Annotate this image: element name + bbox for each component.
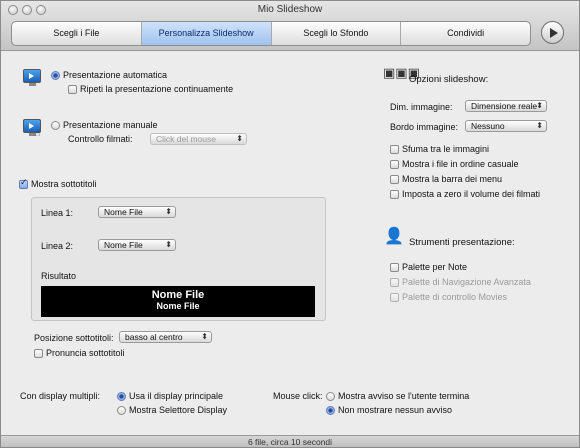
show-subtitles-checkbox[interactable]	[19, 178, 28, 189]
movie-control-label: Controllo filmati:	[68, 134, 133, 144]
image-border-select[interactable]: Nessuno	[465, 120, 547, 132]
multiple-displays-label: Con display multipli:	[20, 391, 101, 401]
repeat-label: Ripeti la presentazione continuamente	[80, 84, 234, 94]
next-step-button[interactable]	[541, 21, 564, 44]
movies-control-label: Palette di controllo Movies	[402, 292, 508, 302]
presentation-tools-title: Strumenti presentazione:	[409, 237, 515, 248]
warn-on-exit-label: Mostra avviso se l'utente termina	[338, 391, 470, 401]
presentation-tools-icon: 👤	[384, 226, 404, 245]
show-menubar-label: Mostra la barra dei menu	[402, 174, 503, 184]
hand-cursor-icon: ☝	[35, 129, 41, 139]
settings-panel: Presentazione automatica Ripeti la prese…	[1, 52, 579, 435]
status-bar: 6 file, circa 10 secondi	[1, 435, 579, 447]
auto-presentation-radio[interactable]	[51, 71, 60, 80]
image-size-label: Dim. immagine:	[390, 102, 453, 112]
show-menubar-checkbox[interactable]	[390, 175, 399, 184]
preview-line2: Nome File	[156, 301, 200, 311]
no-warning-label: Non mostrare nessun avviso	[338, 405, 453, 415]
mute-movies-checkbox[interactable]	[390, 190, 399, 199]
tab-customize-slideshow[interactable]: Personalizza Slideshow	[141, 22, 272, 45]
slideshow-options-title: Opzioni slideshow:	[409, 74, 489, 85]
main-display-radio[interactable]	[117, 392, 126, 401]
step-tabs: Scegli i File Personalizza Slideshow Sce…	[11, 21, 531, 46]
preview-line1: Nome File	[151, 289, 205, 301]
notes-palette-checkbox[interactable]	[390, 263, 399, 272]
subtitle-position-label: Posizione sottotitoli:	[34, 333, 114, 343]
manual-presentation-radio[interactable]	[51, 121, 60, 130]
tab-choose-files[interactable]: Scegli i File	[12, 22, 142, 45]
mouse-click-label: Mouse click:	[273, 391, 323, 401]
display-selector-radio[interactable]	[117, 406, 126, 415]
no-warning-radio[interactable]	[326, 406, 335, 415]
line1-label: Linea 1:	[41, 208, 74, 218]
line2-label: Linea 2:	[41, 241, 74, 251]
window-title: Mio Slideshow	[257, 4, 323, 15]
line1-select[interactable]: Nome File	[98, 206, 176, 218]
line2-select[interactable]: Nome File	[98, 239, 176, 251]
subtitle-preview: Nome File Nome File	[41, 286, 315, 317]
random-order-label: Mostra i file in ordine casuale	[402, 159, 519, 169]
tab-share[interactable]: Condividi	[401, 22, 530, 45]
tab-choose-background[interactable]: Scegli lo Sfondo	[272, 22, 402, 45]
title-bar: Mio Slideshow Scegli i File Personalizza…	[1, 1, 579, 51]
warn-on-exit-radio[interactable]	[326, 392, 335, 401]
main-display-label: Usa il display principale	[129, 391, 224, 401]
repeat-checkbox[interactable]	[68, 85, 77, 94]
manual-presentation-icon: ☝	[23, 119, 41, 139]
advanced-navigation-checkbox[interactable]	[390, 278, 399, 287]
random-order-checkbox[interactable]	[390, 160, 399, 169]
image-size-select[interactable]: Dimensione reale	[465, 100, 547, 112]
display-selector-label: Mostra Selettore Display	[129, 405, 228, 415]
advanced-navigation-label: Palette di Navigazione Avanzata	[402, 277, 531, 287]
subtitles-group: Linea 1: Nome File Linea 2: Nome File Ri…	[31, 197, 326, 321]
show-subtitles-label: Mostra sottotitoli	[31, 179, 97, 189]
movies-control-checkbox[interactable]	[390, 293, 399, 302]
pronounce-subtitles-checkbox[interactable]	[34, 349, 43, 358]
notes-palette-label: Palette per Note	[402, 262, 468, 272]
subtitle-position-select[interactable]: basso al centro	[119, 331, 212, 343]
pronounce-subtitles-label: Pronuncia sottotitoli	[46, 348, 125, 358]
crossfade-checkbox[interactable]	[390, 145, 399, 154]
crossfade-label: Sfuma tra le immagini	[402, 144, 490, 154]
image-border-label: Bordo immagine:	[390, 122, 459, 132]
mute-movies-label: Imposta a zero il volume dei filmati	[402, 189, 541, 199]
app-window: Mio Slideshow Scegli i File Personalizza…	[0, 0, 580, 448]
manual-presentation-label: Presentazione manuale	[63, 120, 158, 130]
play-arrow-icon	[549, 27, 558, 38]
result-label: Risultato	[41, 271, 77, 281]
auto-presentation-icon	[23, 69, 41, 86]
movie-control-select[interactable]: Click del mouse	[150, 133, 247, 145]
auto-presentation-label: Presentazione automatica	[63, 70, 168, 80]
